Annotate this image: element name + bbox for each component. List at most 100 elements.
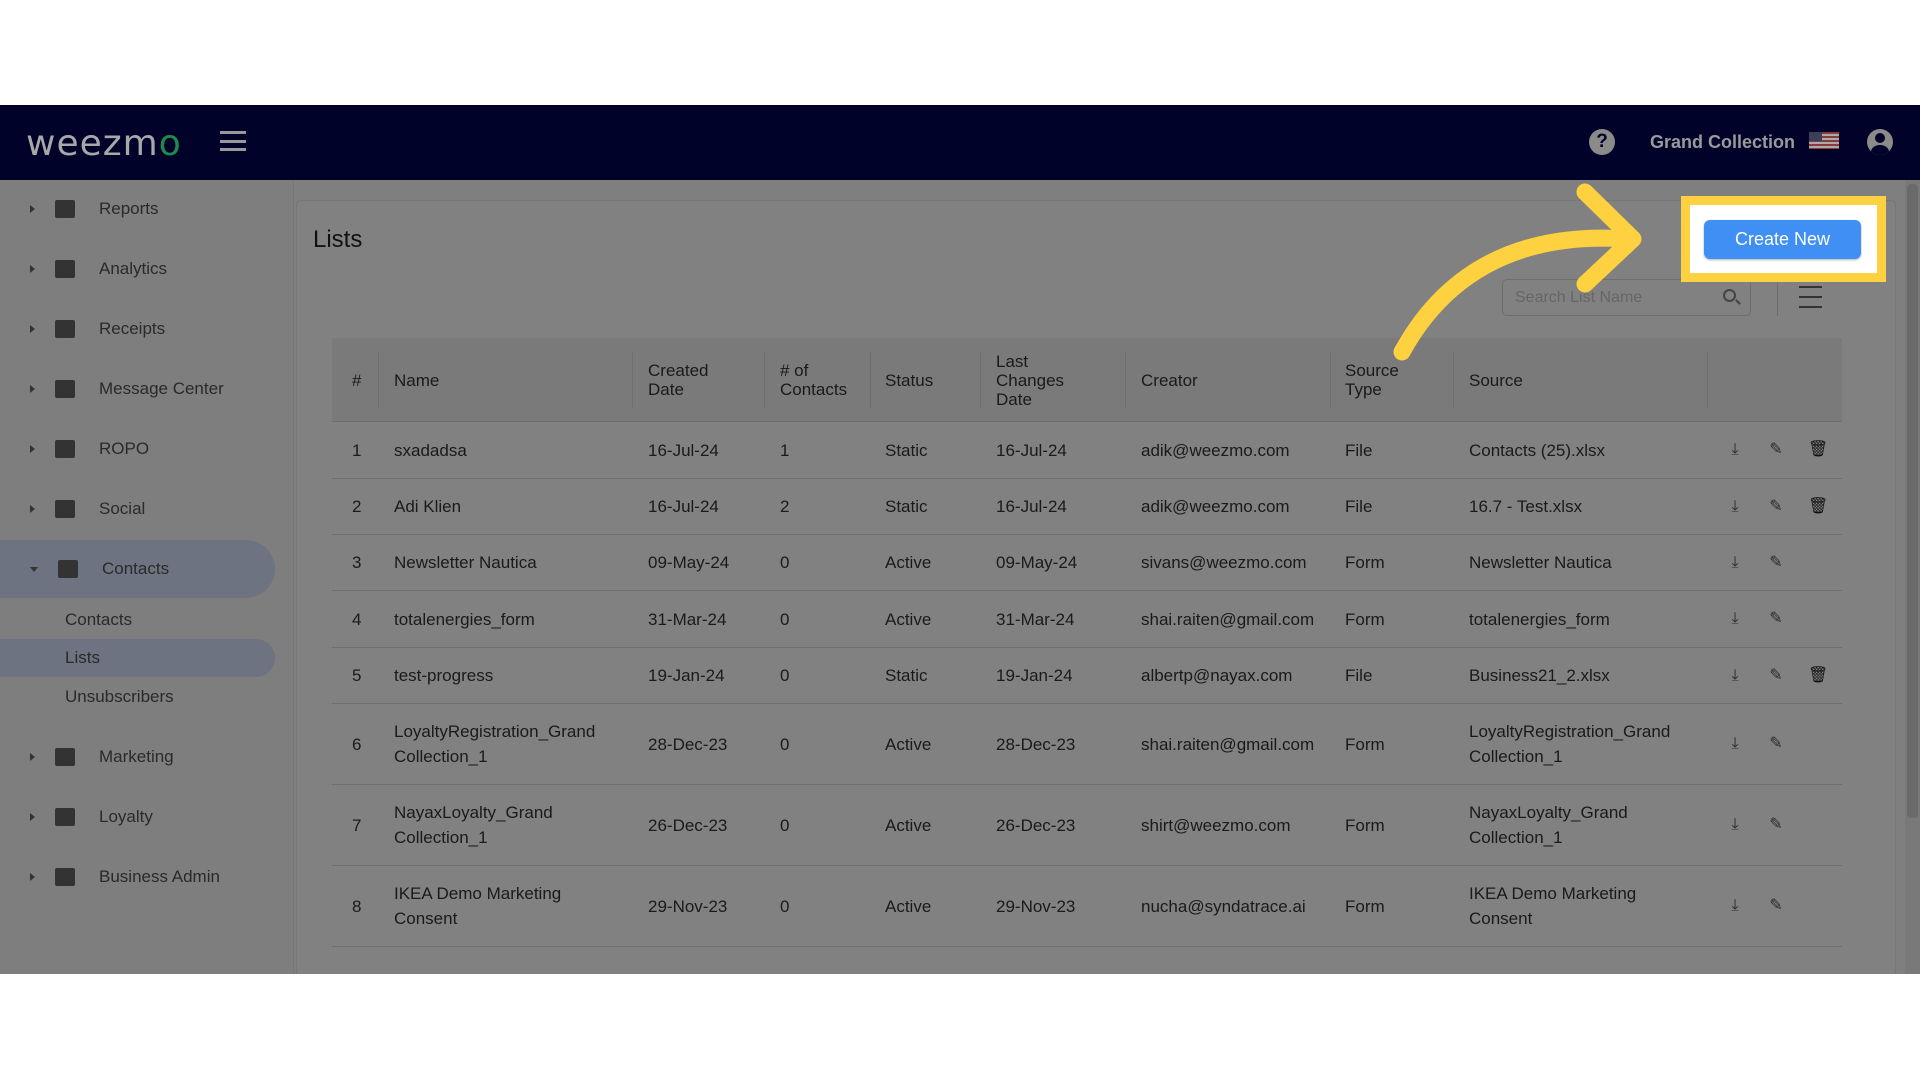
- create-new-button[interactable]: Create New: [1704, 220, 1861, 259]
- tag-heart-icon: [55, 808, 75, 826]
- delete-icon[interactable]: 🗑: [1808, 441, 1828, 459]
- caret-icon: [30, 505, 35, 513]
- column-header[interactable]: Name: [394, 338, 594, 422]
- table-row: 3 Newsletter Nautica 09-May-24 0 Active 09-Ma…: [332, 535, 1842, 591]
- download-icon[interactable]: ⤓: [1727, 667, 1743, 685]
- sidebar-item-contacts[interactable]: Contacts: [0, 540, 275, 598]
- cell-creator: shai.raiten@gmail.com: [1141, 609, 1315, 629]
- edit-icon[interactable]: ✎: [1768, 610, 1784, 628]
- table-row: 6 LoyaltyRegistration_Grand Collection_1 2…: [332, 704, 1842, 785]
- filter-settings-icon[interactable]: [1799, 286, 1822, 308]
- column-header[interactable]: Source: [1469, 338, 1669, 422]
- table-row: 7 NayaxLoyalty_Grand Collection_1 26-Dec-2…: [332, 785, 1842, 866]
- edit-icon[interactable]: ✎: [1768, 667, 1784, 685]
- sidebar-subitem-lists[interactable]: Lists: [0, 639, 275, 677]
- sidebar-item-label: Analytics: [99, 259, 168, 278]
- sidebar-item-marketing[interactable]: Marketing: [0, 728, 275, 786]
- bar-chart-icon: [55, 260, 75, 278]
- edit-icon[interactable]: ✎: [1768, 554, 1784, 572]
- download-icon[interactable]: ⤓: [1727, 735, 1743, 753]
- gear-icon: [55, 868, 75, 886]
- delete-icon[interactable]: 🗑: [1808, 498, 1828, 516]
- sidebar-item-label: ROPO: [99, 439, 150, 458]
- column-header[interactable]: Source Type: [1345, 338, 1425, 422]
- hamburger-menu-icon[interactable]: [220, 131, 246, 151]
- cell-creator: adik@weezmo.com: [1141, 440, 1290, 460]
- caret-icon: [30, 813, 35, 821]
- people-icon: [55, 500, 75, 518]
- scrollbar-thumb[interactable]: [1907, 184, 1918, 818]
- cell-name[interactable]: test-progress: [394, 648, 594, 703]
- download-icon[interactable]: ⤓: [1727, 441, 1743, 459]
- cell-name[interactable]: IKEA Demo Marketing Consent: [394, 866, 594, 946]
- sidebar-item-loyalty[interactable]: Loyalty: [0, 788, 275, 846]
- bottom-margin: [0, 974, 1920, 1080]
- dashboard-icon: [55, 200, 75, 218]
- cell-creator: shai.raiten@gmail.com: [1141, 734, 1315, 754]
- divider: [1777, 282, 1778, 316]
- cell-source: Contacts (25).xlsx: [1469, 440, 1606, 460]
- edit-icon[interactable]: ✎: [1768, 498, 1784, 516]
- infinity-icon: [55, 440, 75, 458]
- us-flag-icon[interactable]: [1809, 132, 1839, 149]
- sidebar-item-receipts[interactable]: Receipts: [0, 300, 275, 358]
- user-account-icon[interactable]: [1867, 129, 1893, 155]
- sidebar-item-analytics[interactable]: Analytics: [0, 240, 275, 298]
- column-divider: [1707, 352, 1708, 408]
- edit-icon[interactable]: ✎: [1768, 735, 1784, 753]
- top-navbar: weezmo ? Grand Collection: [0, 105, 1920, 180]
- edit-icon[interactable]: ✎: [1768, 897, 1784, 915]
- caret-icon: [30, 873, 35, 881]
- table-row: 8 IKEA Demo Marketing Consent 29-Nov-23 0 Ac…: [332, 866, 1842, 947]
- caret-icon: [30, 205, 35, 213]
- cell-creator: adik@weezmo.com: [1141, 497, 1290, 516]
- column-header[interactable]: # of Contacts: [780, 338, 850, 422]
- column-header[interactable]: Last Changes Date: [996, 338, 1086, 422]
- column-header[interactable]: Creator: [1141, 338, 1341, 422]
- edit-icon[interactable]: ✎: [1768, 441, 1784, 459]
- sidebar-subitem-contacts[interactable]: Contacts: [0, 601, 275, 639]
- caret-icon: [30, 566, 38, 572]
- help-icon[interactable]: ?: [1589, 129, 1615, 155]
- sidebar-item-label: Social: [99, 499, 146, 518]
- cell-name[interactable]: NayaxLoyalty_Grand Collection_1: [394, 785, 594, 865]
- download-icon[interactable]: ⤓: [1727, 897, 1743, 915]
- create-new-highlight: Create New: [1681, 196, 1886, 282]
- cell-name[interactable]: Adi Klien: [394, 479, 594, 534]
- sidebar-item-label: Receipts: [99, 319, 166, 338]
- download-icon[interactable]: ⤓: [1727, 498, 1743, 516]
- search-icon[interactable]: [1723, 289, 1736, 302]
- column-divider: [870, 352, 871, 408]
- table-header: # Name Created Date # of Contacts Status Last…: [332, 338, 1842, 422]
- sidebar-item-label: Contacts: [102, 559, 170, 578]
- column-divider: [1125, 352, 1126, 408]
- download-icon[interactable]: ⤓: [1727, 610, 1743, 628]
- page-scrollbar[interactable]: [1905, 180, 1920, 974]
- organization-name[interactable]: Grand Collection: [1650, 132, 1795, 153]
- sidebar-item-social[interactable]: Social: [0, 480, 275, 538]
- sidebar-subitem-unsubscribers[interactable]: Unsubscribers: [0, 678, 275, 716]
- cell-name[interactable]: Newsletter Nautica: [394, 535, 594, 590]
- download-icon[interactable]: ⤓: [1727, 816, 1743, 834]
- cell-name[interactable]: sxadadsa: [394, 422, 594, 478]
- column-divider: [1330, 352, 1331, 408]
- column-header[interactable]: Created Date: [648, 338, 728, 422]
- cell-source: 16.7 - Test.xlsx: [1469, 497, 1583, 516]
- receipt-icon: [55, 320, 75, 338]
- sidebar-item-message-center[interactable]: Message Center: [0, 360, 275, 418]
- cell-source: Newsletter Nautica: [1469, 553, 1612, 572]
- delete-icon[interactable]: 🗑: [1808, 667, 1828, 685]
- sidebar-item-reports[interactable]: Reports: [0, 180, 275, 238]
- sidebar: Reports Analytics Receipts Message Center RO…: [0, 180, 294, 974]
- caret-icon: [30, 385, 35, 393]
- cell-name[interactable]: LoyaltyRegistration_Grand Collection_1: [394, 704, 595, 784]
- download-icon[interactable]: ⤓: [1727, 554, 1743, 572]
- edit-icon[interactable]: ✎: [1768, 816, 1784, 834]
- sidebar-item-ropo[interactable]: ROPO: [0, 420, 275, 478]
- cell-name[interactable]: totalenergies_form: [394, 591, 594, 647]
- sidebar-item-business-admin[interactable]: Business Admin: [0, 848, 275, 906]
- sidebar-item-label: Message Center: [99, 379, 224, 398]
- weezmo-logo[interactable]: weezmo: [26, 123, 182, 164]
- search-list-name-input[interactable]: [1502, 279, 1751, 316]
- caret-icon: [30, 325, 35, 333]
